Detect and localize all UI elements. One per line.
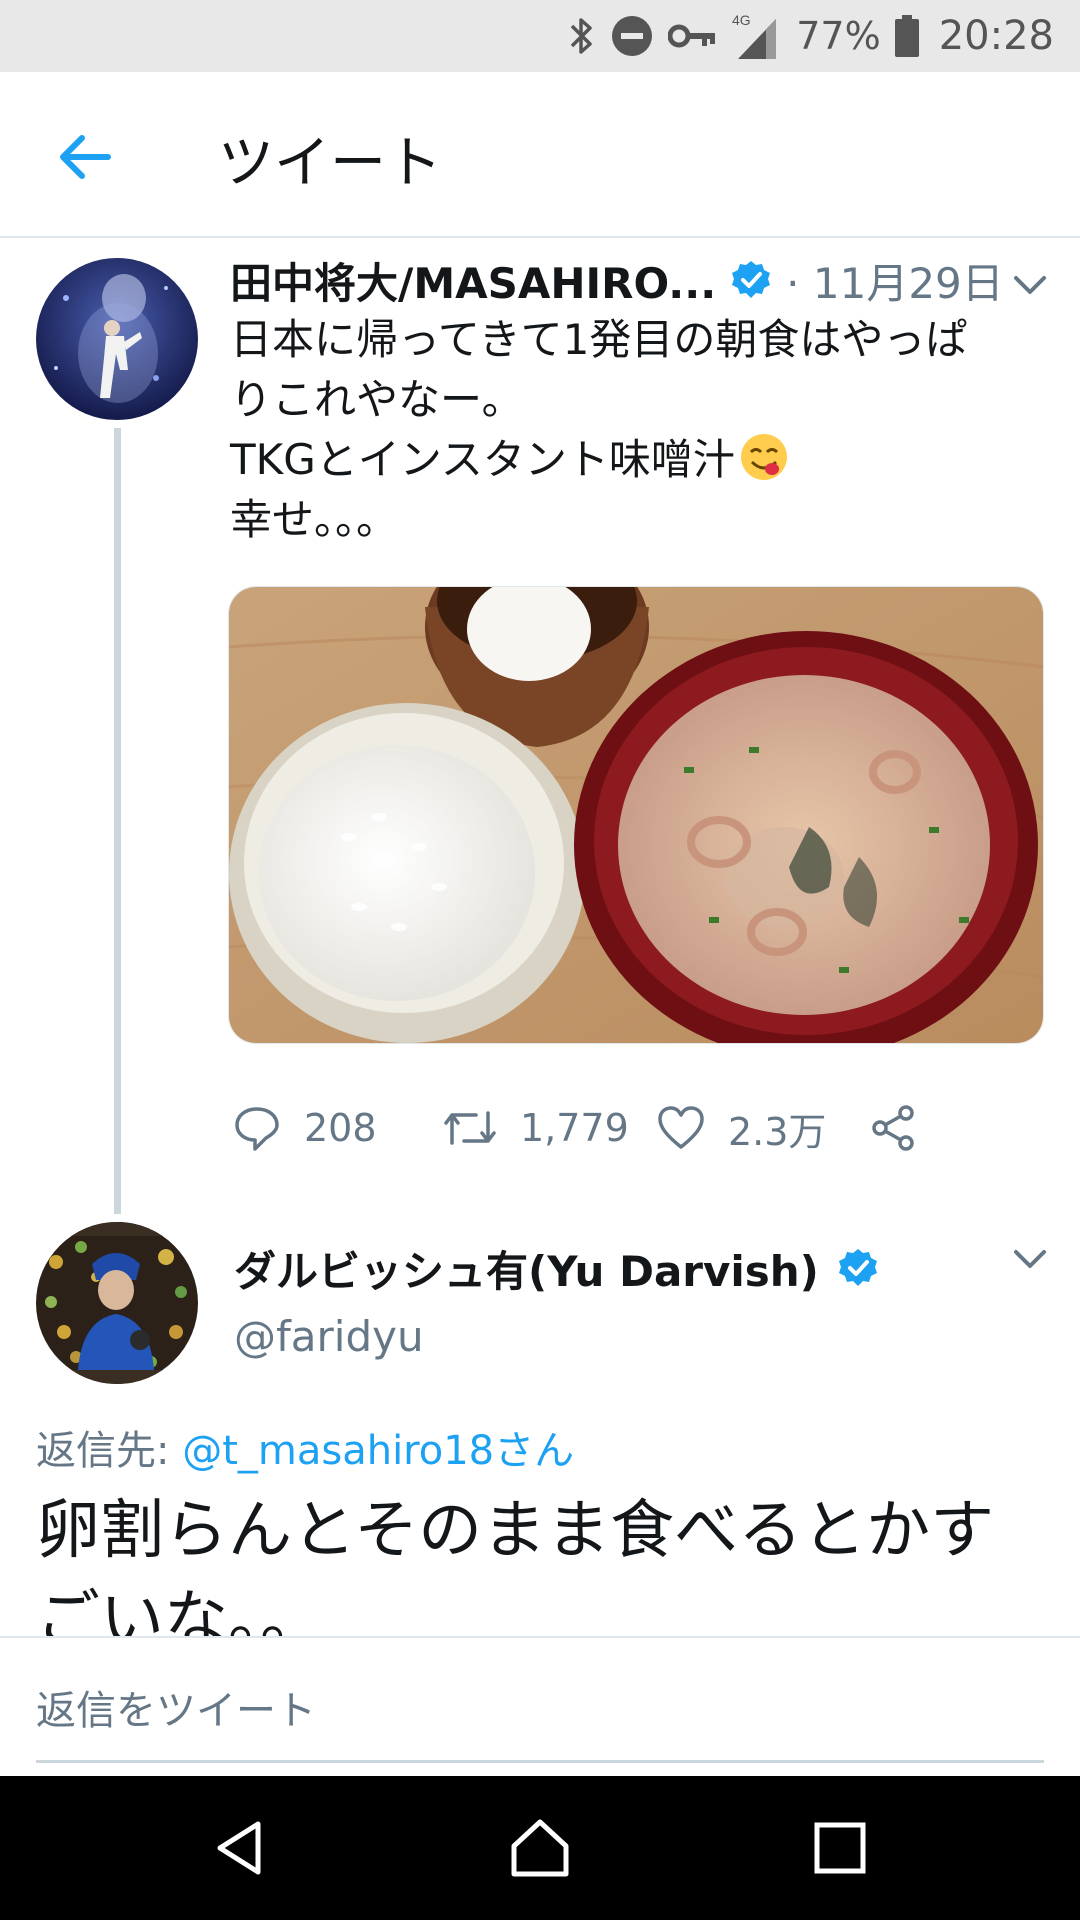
- reply-input-underline: [36, 1760, 1044, 1763]
- tweet1-date: · 11月29日: [786, 250, 1004, 311]
- clock: 20:28: [938, 13, 1054, 59]
- reply-to-user-link[interactable]: @t_masahiro18さん: [182, 1428, 574, 1474]
- nav-recents-button[interactable]: [760, 1776, 920, 1920]
- breakfast-photo-image: [229, 587, 1043, 1043]
- system-navigation-bar: [0, 1776, 1080, 1920]
- battery-icon: [894, 15, 919, 57]
- page-title: ツイート: [218, 131, 442, 196]
- verified-badge-icon: [732, 261, 771, 298]
- vpn-key-icon: [668, 21, 718, 51]
- chevron-down-icon: [1014, 1250, 1046, 1268]
- reply-count: 208: [304, 1106, 377, 1150]
- tweet1-line-4: 幸せ。。。: [230, 495, 399, 544]
- tweet1-header: 田中将大/MASAHIRO... · 11月29日: [230, 252, 1050, 308]
- back-button[interactable]: [50, 122, 120, 192]
- thread-connector-line: [114, 428, 121, 1214]
- reply-input[interactable]: 返信をツイート: [36, 1678, 316, 1736]
- reply-icon: [235, 1107, 279, 1151]
- avatar-tanaka[interactable]: [36, 258, 198, 420]
- tweet1-line-2: りこれやなー。: [230, 375, 524, 424]
- network-type: 4G: [732, 12, 751, 28]
- verified-badge-icon: [838, 1249, 877, 1286]
- nav-back-button[interactable]: [160, 1776, 320, 1920]
- signal-icon: 4G: [732, 11, 782, 61]
- triangle-back-icon: [217, 1821, 261, 1875]
- tweet1-photo[interactable]: [228, 586, 1044, 1044]
- like-action[interactable]: 2.3万: [656, 1094, 826, 1162]
- status-bar: 4G 77% 20:28: [0, 0, 1080, 72]
- reply-to-prefix: 返信先:: [36, 1428, 170, 1474]
- tweet1-line-3: TKGとインスタント味噌汁: [230, 435, 735, 484]
- retweet-count: 1,779: [520, 1106, 629, 1150]
- home-icon: [511, 1819, 569, 1877]
- tweet2-text: 卵割らんとそのまま食べるとかすごいな。。: [36, 1494, 995, 1636]
- reply-action[interactable]: 208: [232, 1094, 377, 1162]
- do-not-disturb-icon: [610, 14, 654, 58]
- tweet1-date-value: 11月29日: [812, 258, 1004, 308]
- tweet1-text: 日本に帰ってきて1発目の朝食はやっぱ りこれやなー。 TKGとインスタント味噌汁…: [230, 310, 1050, 550]
- battery-percent: 77%: [796, 14, 881, 58]
- app-header: ツイート: [0, 72, 1080, 238]
- yum-face-emoji-icon: [740, 434, 787, 480]
- tweet2-header: ダルビッシュ有(Yu Darvish): [234, 1238, 879, 1298]
- share-icon: [872, 1105, 914, 1151]
- like-count: 2.3万: [728, 1109, 827, 1154]
- tweet2-author-name[interactable]: ダルビッシュ有(Yu Darvish): [234, 1238, 819, 1299]
- retweet-icon: [444, 1111, 496, 1145]
- nav-home-button[interactable]: [460, 1776, 620, 1920]
- avatar-darvish[interactable]: [36, 1222, 198, 1384]
- chevron-down-icon: [1014, 276, 1046, 294]
- tweet1-author-name[interactable]: 田中将大/MASAHIRO...: [230, 250, 716, 311]
- reply-compose-bar: 返信をツイート: [0, 1636, 1080, 1776]
- retweet-action[interactable]: 1,779: [442, 1094, 629, 1162]
- square-recents-icon: [814, 1822, 866, 1874]
- tweet1-more-button[interactable]: [1010, 264, 1050, 308]
- tweet1-line-1: 日本に帰ってきて1発目の朝食はやっぱ: [230, 315, 968, 364]
- reply-to-line: 返信先: @t_masahiro18さん: [36, 1418, 574, 1476]
- bluetooth-icon: [566, 16, 596, 56]
- share-action[interactable]: [868, 1094, 918, 1162]
- tweet2-handle[interactable]: @faridyu: [234, 1312, 424, 1361]
- separator-dot: ·: [786, 258, 800, 308]
- back-arrow-icon: [60, 135, 111, 179]
- tweet1-line-3-wrap: TKGとインスタント味噌汁: [230, 430, 1050, 490]
- status-icons: 4G 77% 20:28: [566, 0, 1054, 72]
- heart-icon: [658, 1106, 704, 1149]
- tweet2-more-button[interactable]: [1010, 1238, 1050, 1282]
- tweet1-actions: 208 1,779 2.3万: [232, 1094, 1052, 1162]
